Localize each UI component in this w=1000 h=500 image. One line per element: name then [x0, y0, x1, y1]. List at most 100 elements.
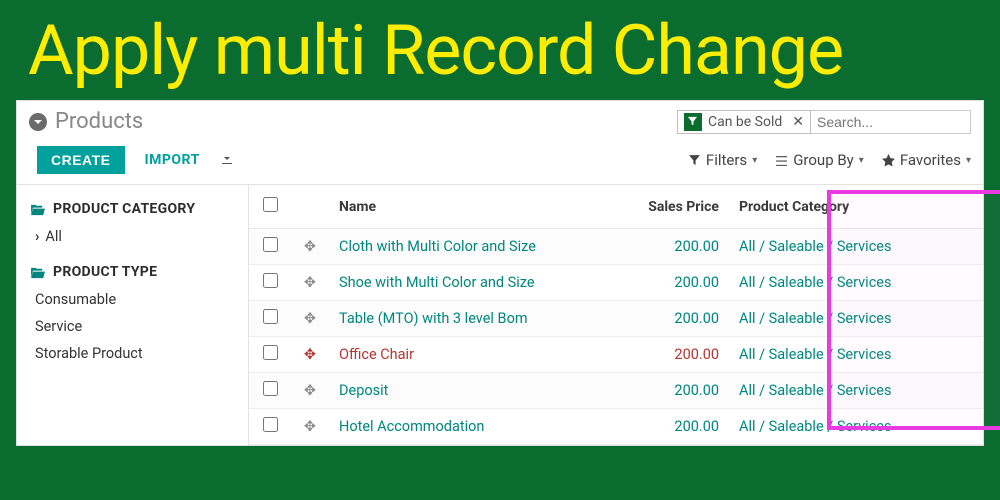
row-handle-cell: ✥ — [291, 337, 329, 373]
row-checkbox[interactable] — [263, 237, 278, 252]
row-checkbox[interactable] — [263, 381, 278, 396]
sidebar-section-label: PRODUCT CATEGORY — [53, 201, 195, 217]
row-handle-cell: ✥ — [291, 373, 329, 409]
import-button[interactable]: IMPORT — [145, 152, 200, 168]
move-icon[interactable]: ✥ — [301, 346, 319, 363]
caret-down-icon: ▾ — [752, 155, 757, 166]
row-handle-cell: ✥ — [291, 409, 329, 445]
sidebar-item-label: All — [45, 228, 62, 245]
category-link[interactable]: All / Saleable / Services — [739, 274, 891, 291]
category-link[interactable]: All / Saleable / Services — [739, 310, 891, 327]
move-icon[interactable]: ✥ — [301, 274, 319, 291]
row-price-cell: 200.00 — [609, 301, 729, 337]
row-price-cell: 200.00 — [609, 229, 729, 265]
select-all-checkbox[interactable] — [263, 197, 278, 212]
row-name-cell: Cloth with Multi Color and Size — [329, 229, 609, 265]
col-checkbox — [249, 185, 291, 229]
row-spacer — [939, 265, 983, 301]
row-price-cell: 200.00 — [609, 265, 729, 301]
folder-open-icon — [31, 266, 46, 279]
row-category-cell: All / Saleable / Services — [729, 229, 939, 265]
row-category-cell: All / Saleable / Services — [729, 265, 939, 301]
product-link[interactable]: Deposit — [339, 382, 388, 399]
category-link[interactable]: All / Saleable / Services — [739, 382, 891, 399]
row-handle-cell: ✥ — [291, 301, 329, 337]
create-button[interactable]: CREATE — [37, 146, 125, 174]
col-price[interactable]: Sales Price — [609, 185, 729, 229]
sidebar-item-label: Storable Product — [35, 345, 143, 362]
chevron-down-icon[interactable] — [29, 113, 47, 131]
row-category-cell: All / Saleable / Services — [729, 337, 939, 373]
row-checkbox-cell — [249, 373, 291, 409]
products-table: Name Sales Price Product Category ✥ Cloth… — [249, 185, 983, 445]
table-row[interactable]: ✥ Table (MTO) with 3 level Bom 200.00 All /… — [249, 301, 983, 337]
filter-chip-label: Can be Sold — [708, 114, 782, 130]
product-link[interactable]: Hotel Accommodation — [339, 418, 484, 435]
category-link[interactable]: All / Saleable / Services — [739, 418, 891, 435]
groupby-dropdown[interactable]: Group By ▾ — [775, 151, 864, 169]
row-category-cell: All / Saleable / Services — [729, 409, 939, 445]
category-link[interactable]: All / Saleable / Services — [739, 346, 891, 363]
search-input[interactable] — [811, 110, 971, 134]
sidebar-item-type[interactable]: Consumable — [31, 286, 234, 313]
product-link[interactable]: Table (MTO) with 3 level Bom — [339, 310, 528, 327]
sidebar-item-type[interactable]: Storable Product — [31, 340, 234, 367]
favorites-label: Favorites — [900, 151, 961, 169]
sidebar-section-label: PRODUCT TYPE — [53, 264, 157, 280]
sidebar-section-category: PRODUCT CATEGORY — [31, 195, 234, 223]
category-link[interactable]: All / Saleable / Services — [739, 238, 891, 255]
col-category[interactable]: Product Category — [729, 185, 939, 229]
sidebar-item-all[interactable]: › All — [31, 223, 234, 250]
table-row[interactable]: ✥ Hotel Accommodation 200.00 All / Saleable… — [249, 409, 983, 445]
product-link[interactable]: Cloth with Multi Color and Size — [339, 238, 536, 255]
col-handle — [291, 185, 329, 229]
body: PRODUCT CATEGORY › All PRODUCT TYPE Cons… — [17, 184, 983, 445]
sidebar-section-type: PRODUCT TYPE — [31, 258, 234, 286]
col-name[interactable]: Name — [329, 185, 609, 229]
row-spacer — [939, 373, 983, 409]
header-row: Products Can be Sold ✕ — [17, 101, 983, 140]
move-icon[interactable]: ✥ — [301, 382, 319, 399]
sidebar-item-label: Service — [35, 318, 82, 335]
table-region: Name Sales Price Product Category ✥ Cloth… — [249, 185, 983, 445]
row-price-cell: 200.00 — [609, 409, 729, 445]
col-spacer — [939, 185, 983, 229]
table-row[interactable]: ✥ Cloth with Multi Color and Size 200.00 Al… — [249, 229, 983, 265]
filters-dropdown[interactable]: Filters ▾ — [688, 151, 757, 169]
breadcrumb[interactable]: Products — [29, 109, 669, 134]
product-link[interactable]: Office Chair — [339, 346, 414, 363]
row-name-cell: Office Chair — [329, 337, 609, 373]
row-checkbox[interactable] — [263, 309, 278, 324]
row-spacer — [939, 409, 983, 445]
sidebar-item-type[interactable]: Service — [31, 313, 234, 340]
row-handle-cell: ✥ — [291, 229, 329, 265]
row-name-cell: Table (MTO) with 3 level Bom — [329, 301, 609, 337]
row-category-cell: All / Saleable / Services — [729, 373, 939, 409]
move-icon[interactable]: ✥ — [301, 418, 319, 435]
product-link[interactable]: Shoe with Multi Color and Size — [339, 274, 535, 291]
search-region: Can be Sold ✕ — [677, 110, 971, 134]
row-handle-cell: ✥ — [291, 265, 329, 301]
toolbar: CREATE IMPORT Filters ▾ Group By ▾ Favor… — [17, 140, 983, 184]
folder-open-icon — [31, 203, 46, 216]
filter-chip[interactable]: Can be Sold ✕ — [677, 110, 811, 134]
row-name-cell: Shoe with Multi Color and Size — [329, 265, 609, 301]
table-row[interactable]: ✥ Shoe with Multi Color and Size 200.00 All… — [249, 265, 983, 301]
move-icon[interactable]: ✥ — [301, 238, 319, 255]
app-window: Products Can be Sold ✕ CREATE IMPORT Fil… — [16, 100, 984, 446]
row-checkbox[interactable] — [263, 273, 278, 288]
move-icon[interactable]: ✥ — [301, 310, 319, 327]
table-row[interactable]: ✥Deposit200.00All / Saleable / Services — [249, 373, 983, 409]
row-spacer — [939, 337, 983, 373]
table-row[interactable]: ✥ Office Chair 200.00 All / Saleable / Serv… — [249, 337, 983, 373]
row-price-cell: 200.00 — [609, 337, 729, 373]
banner: Apply multi Record Change — [0, 0, 1000, 92]
row-checkbox[interactable] — [263, 417, 278, 432]
download-icon[interactable] — [220, 151, 234, 170]
row-checkbox-cell — [249, 409, 291, 445]
row-checkbox[interactable] — [263, 345, 278, 360]
row-spacer — [939, 229, 983, 265]
favorites-dropdown[interactable]: Favorites ▾ — [882, 151, 971, 169]
close-icon[interactable]: ✕ — [788, 114, 804, 130]
sidebar: PRODUCT CATEGORY › All PRODUCT TYPE Cons… — [17, 185, 249, 445]
